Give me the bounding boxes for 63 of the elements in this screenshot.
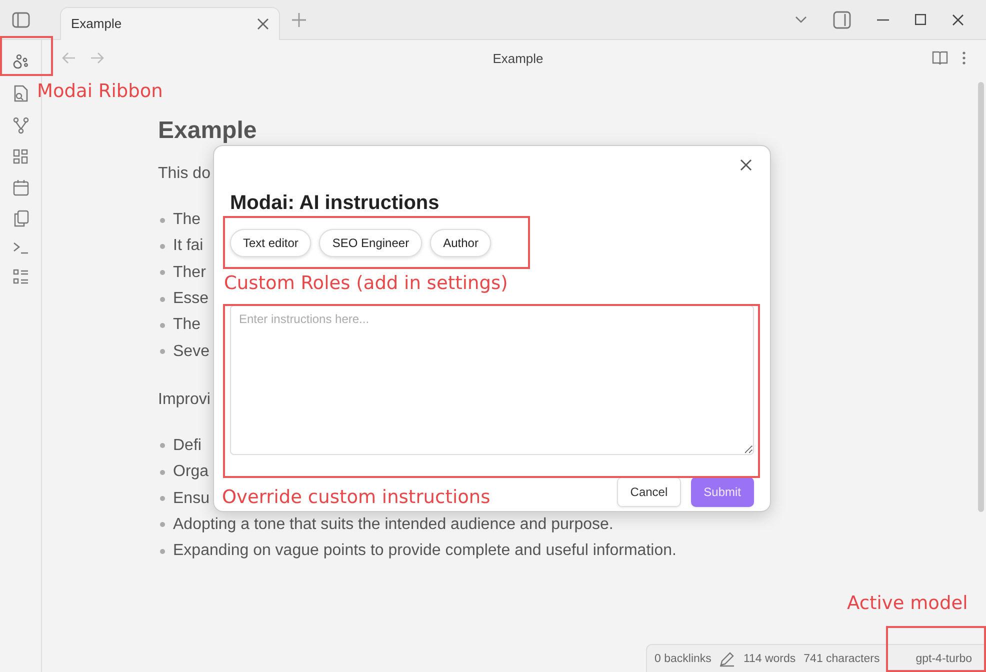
bullet-dot: [160, 443, 165, 448]
list-item-text: Ensu: [173, 490, 210, 508]
bullet-dot: [160, 522, 165, 528]
scrollbar[interactable]: [978, 82, 984, 512]
highlight-box: [0, 36, 53, 76]
pencil-icon[interactable]: [719, 650, 736, 666]
annotation-label: Active model: [847, 592, 968, 616]
role-chip[interactable]: Author: [430, 229, 492, 257]
list-item-text: Expanding on vague points to provide complete and useful information.: [173, 542, 676, 560]
bullet-dot: [160, 496, 165, 502]
close-icon[interactable]: [257, 18, 269, 30]
grid-icon[interactable]: [12, 149, 28, 165]
tab[interactable]: Example: [60, 6, 280, 40]
bullet-dot: [160, 548, 165, 554]
bullet-dot: [160, 349, 165, 354]
plus-icon[interactable]: [292, 12, 306, 26]
file-search-icon[interactable]: [12, 85, 28, 103]
list-item-text: The: [173, 316, 201, 334]
list-item-text: Adopting a tone that suits the intended audience and purpose.: [173, 516, 614, 534]
chevron-down-icon[interactable]: [795, 16, 807, 24]
book-icon[interactable]: [932, 51, 948, 65]
annotation-label: Modai Ribbon: [37, 80, 163, 104]
paragraph: This do: [158, 164, 210, 184]
list-item-text: The: [173, 211, 201, 230]
paw-icon[interactable]: [10, 53, 30, 71]
list-item-text: It fai: [173, 237, 204, 256]
close-icon[interactable]: [740, 159, 752, 171]
role-chip[interactable]: SEO Engineer: [319, 229, 422, 257]
character-count: 741 characters: [804, 652, 880, 664]
copy-icon[interactable]: [12, 210, 28, 227]
list-item-text: Orga: [173, 463, 209, 482]
bullet-dot: [160, 470, 165, 475]
modal-title: Modai: AI instructions: [230, 192, 440, 215]
document-heading: Example: [158, 117, 258, 145]
sidebar-right-icon[interactable]: [833, 10, 851, 28]
annotation-label: Custom Roles (add in settings): [224, 272, 508, 296]
list-item-text: Seve: [173, 342, 210, 361]
instructions-field[interactable]: Enter instructions here...: [230, 305, 754, 455]
maximize-icon[interactable]: [915, 14, 926, 25]
role-chip[interactable]: Text editor: [230, 229, 312, 257]
list-icon[interactable]: [12, 269, 28, 285]
model-name[interactable]: gpt-4-turbo: [916, 652, 972, 664]
list-item-text: Defi: [173, 436, 202, 455]
bullet-dot: [160, 244, 165, 249]
bullet-dot: [160, 270, 165, 276]
close-icon[interactable]: [952, 14, 964, 26]
paragraph: Improvi: [158, 390, 210, 410]
note-title: Example: [492, 50, 544, 66]
graph-icon[interactable]: [12, 117, 28, 135]
terminal-icon[interactable]: [12, 241, 28, 255]
calendar-icon[interactable]: [12, 179, 28, 196]
sidebar-toggle-icon[interactable]: [11, 10, 31, 28]
cancel-button[interactable]: Cancel: [617, 477, 681, 507]
word-count: 114 words: [743, 652, 796, 664]
list-item-text: Esse: [173, 290, 209, 308]
more-options-icon[interactable]: [962, 51, 966, 65]
bullet-dot: [160, 322, 165, 328]
minimize-icon[interactable]: [877, 18, 889, 20]
backlinks-count[interactable]: 0 backlinks: [654, 652, 712, 664]
bullet-dot: [160, 296, 165, 302]
bullet-dot: [160, 218, 165, 223]
list-item-text: Ther: [173, 264, 206, 282]
annotation-label: Override custom instructions: [222, 486, 490, 510]
